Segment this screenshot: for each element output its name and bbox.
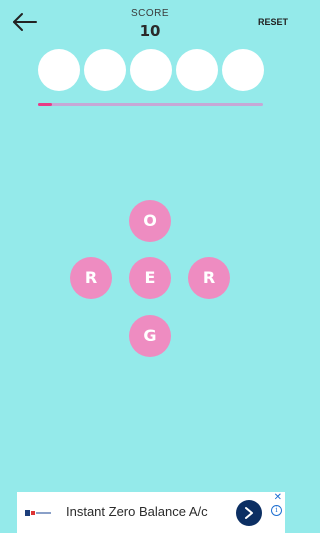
letter-tile[interactable]: G xyxy=(129,315,171,357)
close-icon[interactable]: ✕ xyxy=(274,492,282,503)
answer-slot[interactable] xyxy=(222,49,264,91)
progress-bar xyxy=(38,103,263,106)
letter-tile[interactable]: R xyxy=(188,257,230,299)
letter-tile[interactable]: R xyxy=(70,257,112,299)
score-value: 10 xyxy=(139,22,161,40)
progress-fill xyxy=(38,103,52,106)
bank-logo xyxy=(25,510,51,516)
reset-button[interactable]: RESET xyxy=(258,17,288,27)
ad-open-button[interactable] xyxy=(236,500,262,526)
letter-tile[interactable]: O xyxy=(129,200,171,242)
answer-slot[interactable] xyxy=(84,49,126,91)
answer-slot[interactable] xyxy=(176,49,218,91)
score-label: SCORE xyxy=(130,8,170,19)
ad-headline: Instant Zero Balance A/c xyxy=(66,504,208,519)
letter-tile[interactable]: E xyxy=(129,257,171,299)
answer-slot[interactable] xyxy=(38,49,80,91)
answer-slots xyxy=(38,49,264,91)
info-icon[interactable]: i xyxy=(271,505,282,516)
answer-slot[interactable] xyxy=(130,49,172,91)
chevron-right-icon xyxy=(245,507,253,519)
ad-banner[interactable]: Instant Zero Balance A/c ✕ i xyxy=(17,492,285,533)
